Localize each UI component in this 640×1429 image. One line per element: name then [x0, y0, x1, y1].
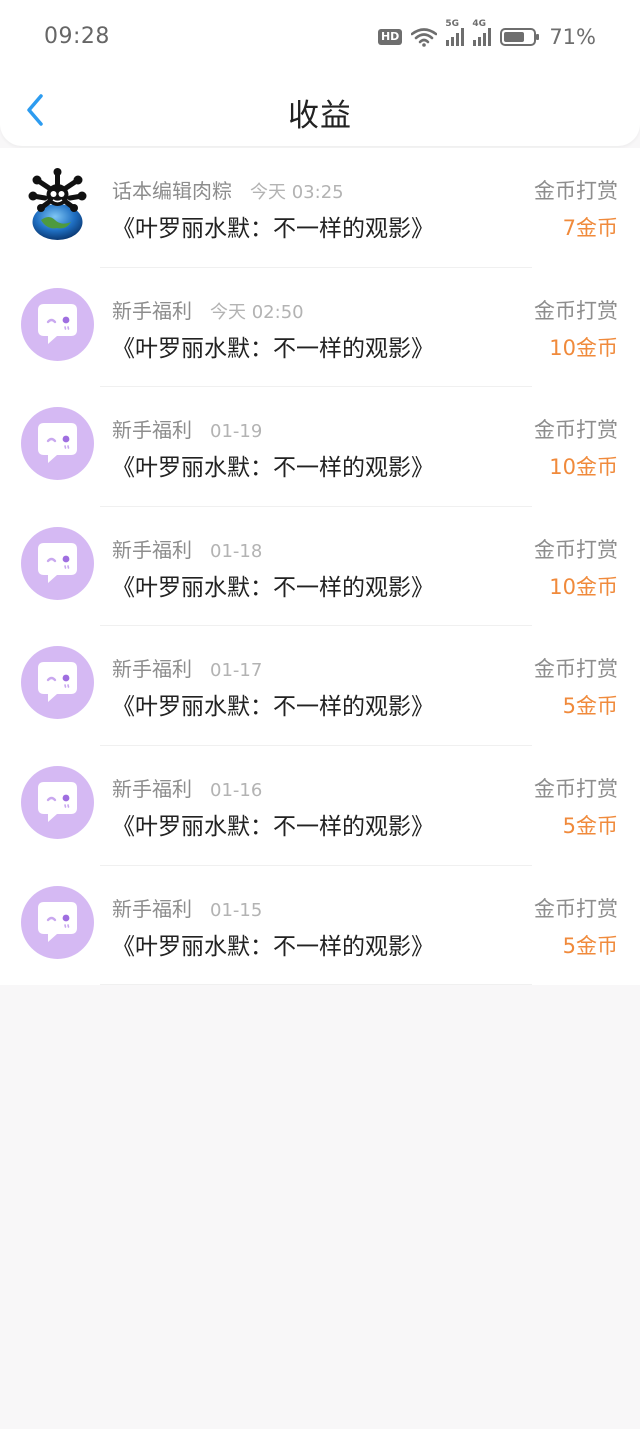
sender-line: 新手福利 01-19 — [112, 414, 262, 443]
reward-amount: 10金币 — [549, 574, 618, 599]
avatar[interactable] — [21, 407, 94, 481]
earning-date: 01-15 — [210, 899, 263, 921]
reward-type: 金币打赏 — [534, 418, 618, 443]
reward-type: 金币打赏 — [534, 537, 618, 562]
globe-icon — [21, 168, 94, 241]
reward-amount: 5金币 — [562, 933, 618, 958]
earning-date: 今天 02:50 — [210, 301, 304, 323]
chat-bubble-icon — [38, 901, 77, 942]
sender-name: 新手福利 — [112, 896, 192, 921]
signal-5g-icon: 5G — [445, 19, 465, 46]
sender-line: 新手福利 01-18 — [112, 534, 262, 563]
reward-amount: 5金币 — [562, 694, 618, 719]
sender-line: 话本编辑肉粽 今天 03:25 — [112, 175, 344, 204]
work-title: 《叶罗丽水默：不一样的观影》 — [112, 933, 434, 960]
earnings-list-item[interactable]: 新手福利 01-18 《叶罗丽水默：不一样的观影》 金币打赏 10金币 — [0, 507, 640, 627]
avatar[interactable] — [21, 646, 94, 720]
chat-bubble-icon — [38, 781, 77, 822]
avatar[interactable] — [21, 765, 94, 839]
reward-amount: 5金币 — [562, 813, 618, 838]
app-header: 收益 — [0, 72, 640, 146]
reward-amount: 10金币 — [549, 335, 618, 360]
chat-bubble-icon — [38, 423, 77, 464]
reward-amount: 7金币 — [562, 216, 618, 240]
earning-date: 01-19 — [210, 421, 263, 443]
status-time: 09:28 — [44, 24, 110, 49]
earnings-list-item[interactable]: 新手福利 01-15 《叶罗丽水默：不一样的观影》 金币打赏 5金币 — [0, 866, 640, 986]
reward-type: 金币打赏 — [534, 179, 618, 203]
status-bar: 09:28 HD 5G 4G 71% — [0, 0, 640, 72]
work-title: 《叶罗丽水默：不一样的观影》 — [112, 694, 434, 721]
sender-line: 新手福利 今天 02:50 — [112, 295, 304, 324]
avatar[interactable] — [21, 287, 94, 361]
row-divider — [100, 984, 532, 986]
chat-bubble-icon — [38, 662, 77, 703]
sender-name: 新手福利 — [112, 776, 192, 801]
battery-icon — [500, 28, 540, 46]
chat-bubble-icon — [38, 542, 77, 583]
reward-type: 金币打赏 — [534, 298, 618, 323]
reward-type: 金币打赏 — [534, 896, 618, 921]
earnings-list-item[interactable]: 话本编辑肉粽 今天 03:25 《叶罗丽水默：不一样的观影》 金币打赏 7金币 — [0, 148, 640, 268]
earning-date: 01-17 — [210, 660, 263, 682]
work-title: 《叶罗丽水默：不一样的观影》 — [112, 574, 434, 601]
avatar[interactable] — [21, 885, 94, 959]
earning-date: 今天 03:25 — [250, 182, 344, 203]
earnings-list-item[interactable]: 新手福利 01-16 《叶罗丽水默：不一样的观影》 金币打赏 5金币 — [0, 746, 640, 866]
reward-type: 金币打赏 — [534, 776, 618, 801]
wifi-icon — [411, 28, 438, 47]
sender-line: 新手福利 01-16 — [112, 773, 262, 802]
earnings-list-item[interactable]: 新手福利 01-19 《叶罗丽水默：不一样的观影》 金币打赏 10金币 — [0, 387, 640, 507]
sender-name: 新手福利 — [112, 418, 192, 443]
sender-line: 新手福利 01-17 — [112, 653, 262, 682]
battery-percent: 71% — [549, 25, 596, 49]
work-title: 《叶罗丽水默：不一样的观影》 — [112, 813, 434, 840]
sender-name: 新手福利 — [112, 298, 192, 323]
earning-date: 01-18 — [210, 540, 263, 562]
earnings-list-item[interactable]: 新手福利 今天 02:50 《叶罗丽水默：不一样的观影》 金币打赏 10金币 — [0, 268, 640, 388]
signal-4g-icon: 4G — [472, 19, 492, 46]
avatar[interactable] — [21, 168, 94, 241]
reward-type: 金币打赏 — [534, 657, 618, 682]
earnings-list-item[interactable]: 新手福利 01-17 《叶罗丽水默：不一样的观影》 金币打赏 5金币 — [0, 626, 640, 746]
chat-bubble-icon — [38, 303, 77, 344]
avatar[interactable] — [21, 526, 94, 600]
hd-voice-icon: HD — [377, 29, 403, 45]
work-title: 《叶罗丽水默：不一样的观影》 — [112, 216, 434, 242]
sender-name: 话本编辑肉粽 — [112, 179, 232, 203]
reward-amount: 10金币 — [549, 455, 618, 480]
status-icons: HD 5G 4G 71% — [377, 19, 596, 52]
earning-date: 01-16 — [210, 779, 263, 801]
page-title: 收益 — [288, 98, 352, 134]
earnings-list: 话本编辑肉粽 今天 03:25 《叶罗丽水默：不一样的观影》 金币打赏 7金币 … — [0, 148, 640, 986]
work-title: 《叶罗丽水默：不一样的观影》 — [112, 455, 434, 482]
sender-line: 新手福利 01-15 — [112, 893, 262, 922]
work-title: 《叶罗丽水默：不一样的观影》 — [112, 335, 434, 362]
sender-name: 新手福利 — [112, 537, 192, 562]
sender-name: 新手福利 — [112, 657, 192, 682]
